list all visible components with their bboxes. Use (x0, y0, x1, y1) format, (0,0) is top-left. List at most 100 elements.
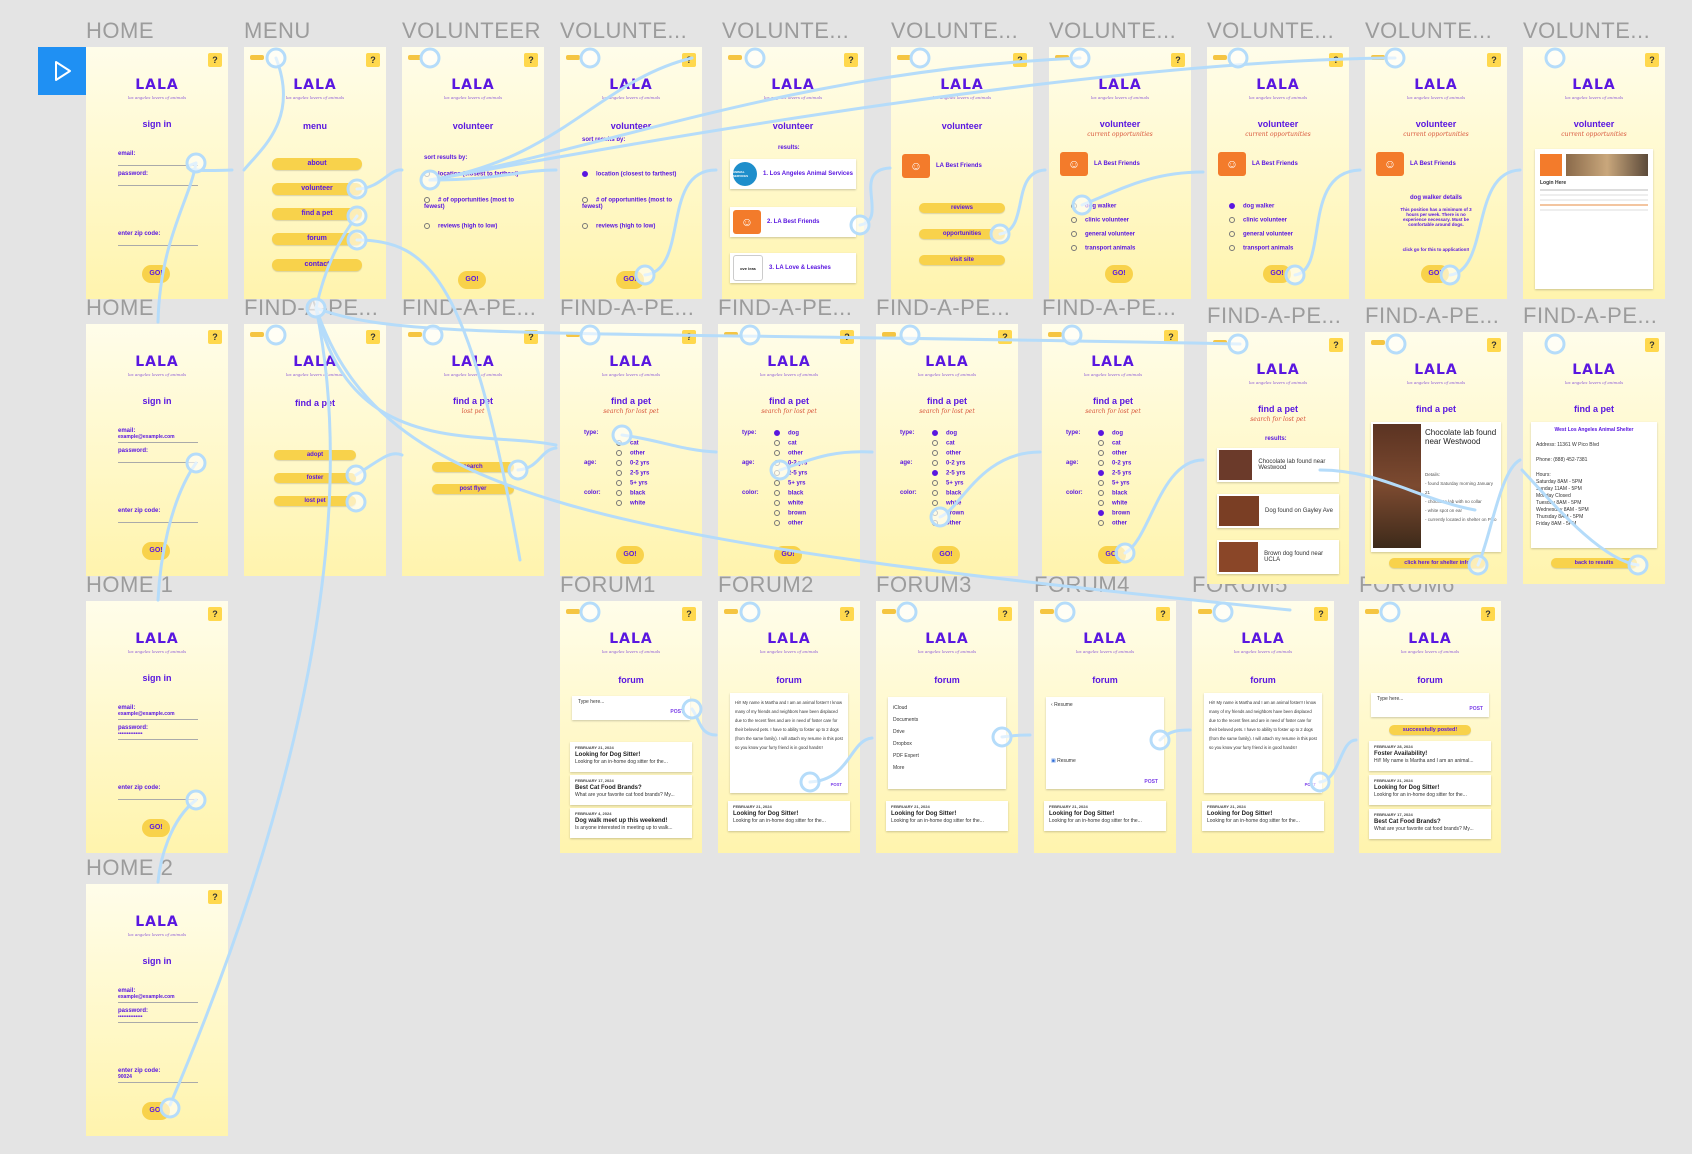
color-option[interactable]: white (616, 500, 694, 507)
menu-icon[interactable] (728, 55, 742, 60)
forum-post[interactable]: FEBRUARY 21, 2024 Looking for Dog Sitter!… (570, 742, 692, 772)
menu-icon[interactable] (724, 332, 738, 337)
menu-icon[interactable] (724, 609, 738, 614)
frame-volunteer-details[interactable]: ? LALA los angeles lovers of animals vol… (1365, 47, 1507, 299)
org-card[interactable]: ☺ 2. LA Best Friends (730, 207, 856, 237)
type-option[interactable]: other (932, 450, 1010, 457)
frame-search-form[interactable]: ? LALA los angeles lovers of animals fin… (560, 324, 702, 576)
help-button[interactable]: ? (1156, 607, 1170, 621)
pet-result-card[interactable]: Chocolate lab found near Westwood (1217, 448, 1339, 482)
file-source[interactable]: Dropbox (893, 738, 1001, 750)
menu-icon[interactable] (897, 55, 911, 60)
menu-icon[interactable] (250, 332, 264, 337)
type-option[interactable]: other (1098, 450, 1176, 457)
post-button[interactable]: POST (1144, 779, 1158, 785)
help-button[interactable]: ? (366, 53, 380, 67)
help-button[interactable]: ? (1645, 53, 1659, 67)
post-button[interactable]: POST (1469, 706, 1483, 712)
type-option[interactable]: dog (932, 430, 1010, 437)
color-option[interactable]: black (932, 490, 1010, 497)
menu-icon[interactable] (1055, 55, 1069, 60)
menu-icon[interactable] (566, 55, 580, 60)
frame-volunteer-org[interactable]: ? LALA los angeles lovers of animals vol… (891, 47, 1033, 299)
help-button[interactable]: ? (840, 330, 854, 344)
post-input[interactable]: Type here... POST (572, 696, 690, 720)
menu-item-forum[interactable]: forum (272, 233, 362, 245)
frame-forum-2[interactable]: ? LALA los angeles lovers of animals for… (718, 601, 860, 853)
age-option[interactable]: 5+ yrs (774, 480, 852, 487)
color-option[interactable]: other (1098, 520, 1176, 527)
age-option[interactable]: 0-2 yrs (616, 460, 694, 467)
help-button[interactable]: ? (998, 330, 1012, 344)
age-option[interactable]: 2-5 yrs (1098, 470, 1176, 477)
menu-icon[interactable] (408, 332, 422, 337)
go-button[interactable]: GO! (142, 265, 170, 283)
menu-icon[interactable] (882, 609, 896, 614)
go-button[interactable]: GO! (1098, 546, 1126, 564)
foster-button[interactable]: foster (274, 473, 356, 483)
age-option[interactable]: 0-2 yrs (774, 460, 852, 467)
embedded-site[interactable]: Login Here (1535, 149, 1653, 289)
lost-pet-button[interactable]: lost pet (274, 496, 356, 506)
post-input[interactable]: Type here... POST (1371, 693, 1489, 717)
menu-icon[interactable] (250, 55, 264, 60)
menu-icon[interactable] (1198, 609, 1212, 614)
type-option[interactable]: cat (616, 440, 694, 447)
age-option[interactable]: 0-2 yrs (932, 460, 1010, 467)
zip-field[interactable] (118, 514, 198, 523)
type-option[interactable]: dog (1098, 430, 1176, 437)
file-source[interactable]: Documents (893, 714, 1001, 726)
forum-post[interactable]: FEBRUARY 21, 2024 Looking for Dog Sitter!… (1044, 801, 1166, 831)
age-option[interactable]: 5+ yrs (1098, 480, 1176, 487)
type-option[interactable]: cat (932, 440, 1010, 447)
post-flyer-button[interactable]: post flyer (432, 484, 514, 494)
age-option[interactable]: 2-5 yrs (932, 470, 1010, 477)
menu-icon[interactable] (1048, 332, 1062, 337)
help-button[interactable]: ? (1481, 607, 1495, 621)
type-option[interactable]: other (616, 450, 694, 457)
help-button[interactable]: ? (208, 330, 222, 344)
zip-field[interactable] (118, 237, 198, 246)
forum-post[interactable]: FEBRUARY 17, 2024 Best Cat Food Brands? Wh… (570, 775, 692, 805)
role-option[interactable]: transport animals (1229, 245, 1341, 252)
pet-result-card[interactable]: Brown dog found near UCLA (1217, 540, 1339, 574)
color-option[interactable]: white (932, 500, 1010, 507)
color-option[interactable]: black (774, 490, 852, 497)
role-option[interactable]: general volunteer (1071, 231, 1183, 238)
color-option[interactable]: brown (932, 510, 1010, 517)
color-option[interactable]: brown (774, 510, 852, 517)
color-option[interactable]: other (932, 520, 1010, 527)
frame-forum-6[interactable]: ? LALA los angeles lovers of animals for… (1359, 601, 1501, 853)
help-button[interactable]: ? (1487, 53, 1501, 67)
frame-shelter-info[interactable]: ? LALA los angeles lovers of animals fin… (1523, 332, 1665, 584)
help-button[interactable]: ? (1329, 338, 1343, 352)
color-option[interactable]: brown (1098, 510, 1176, 517)
frame-volunteer-sort-selected[interactable]: ? LALA los angeles lovers of animals vol… (560, 47, 702, 299)
go-button[interactable]: GO! (458, 271, 486, 289)
search-button[interactable]: search (432, 462, 514, 472)
sort-option[interactable]: # of opportunities (most to fewest) (582, 197, 694, 210)
menu-item-volunteer[interactable]: volunteer (272, 183, 362, 195)
color-option[interactable]: black (616, 490, 694, 497)
help-button[interactable]: ? (366, 330, 380, 344)
zip-field[interactable]: 90024 (118, 1074, 198, 1083)
go-button[interactable]: GO! (616, 271, 644, 289)
forum-post[interactable]: FEBRUARY 21, 2024 Looking for Dog Sitter!… (886, 801, 1008, 831)
forum-post[interactable]: FEBRUARY 21, 2024 Looking for Dog Sitter!… (728, 801, 850, 831)
help-button[interactable]: ? (1487, 338, 1501, 352)
back-to-results-button[interactable]: back to results (1551, 558, 1637, 568)
age-option[interactable]: 2-5 yrs (774, 470, 852, 477)
role-option[interactable]: clinic volunteer (1229, 217, 1341, 224)
go-button[interactable]: GO! (1421, 265, 1449, 283)
frame-find-a-pet[interactable]: ? LALA los angeles lovers of animals fin… (244, 324, 386, 576)
help-button[interactable]: ? (208, 53, 222, 67)
email-field[interactable]: example@example.com (118, 434, 198, 443)
role-option[interactable]: dog walker (1071, 203, 1183, 210)
email-field[interactable] (118, 157, 198, 166)
help-button[interactable]: ? (1171, 53, 1185, 67)
help-button[interactable]: ? (208, 607, 222, 621)
menu-item-find-a-pet[interactable]: find a pet (272, 208, 362, 220)
menu-icon[interactable] (882, 332, 896, 337)
frame-forum-5[interactable]: ? LALA los angeles lovers of animals for… (1192, 601, 1334, 853)
frame-pet-results[interactable]: ? LALA los angeles lovers of animals fin… (1207, 332, 1349, 584)
